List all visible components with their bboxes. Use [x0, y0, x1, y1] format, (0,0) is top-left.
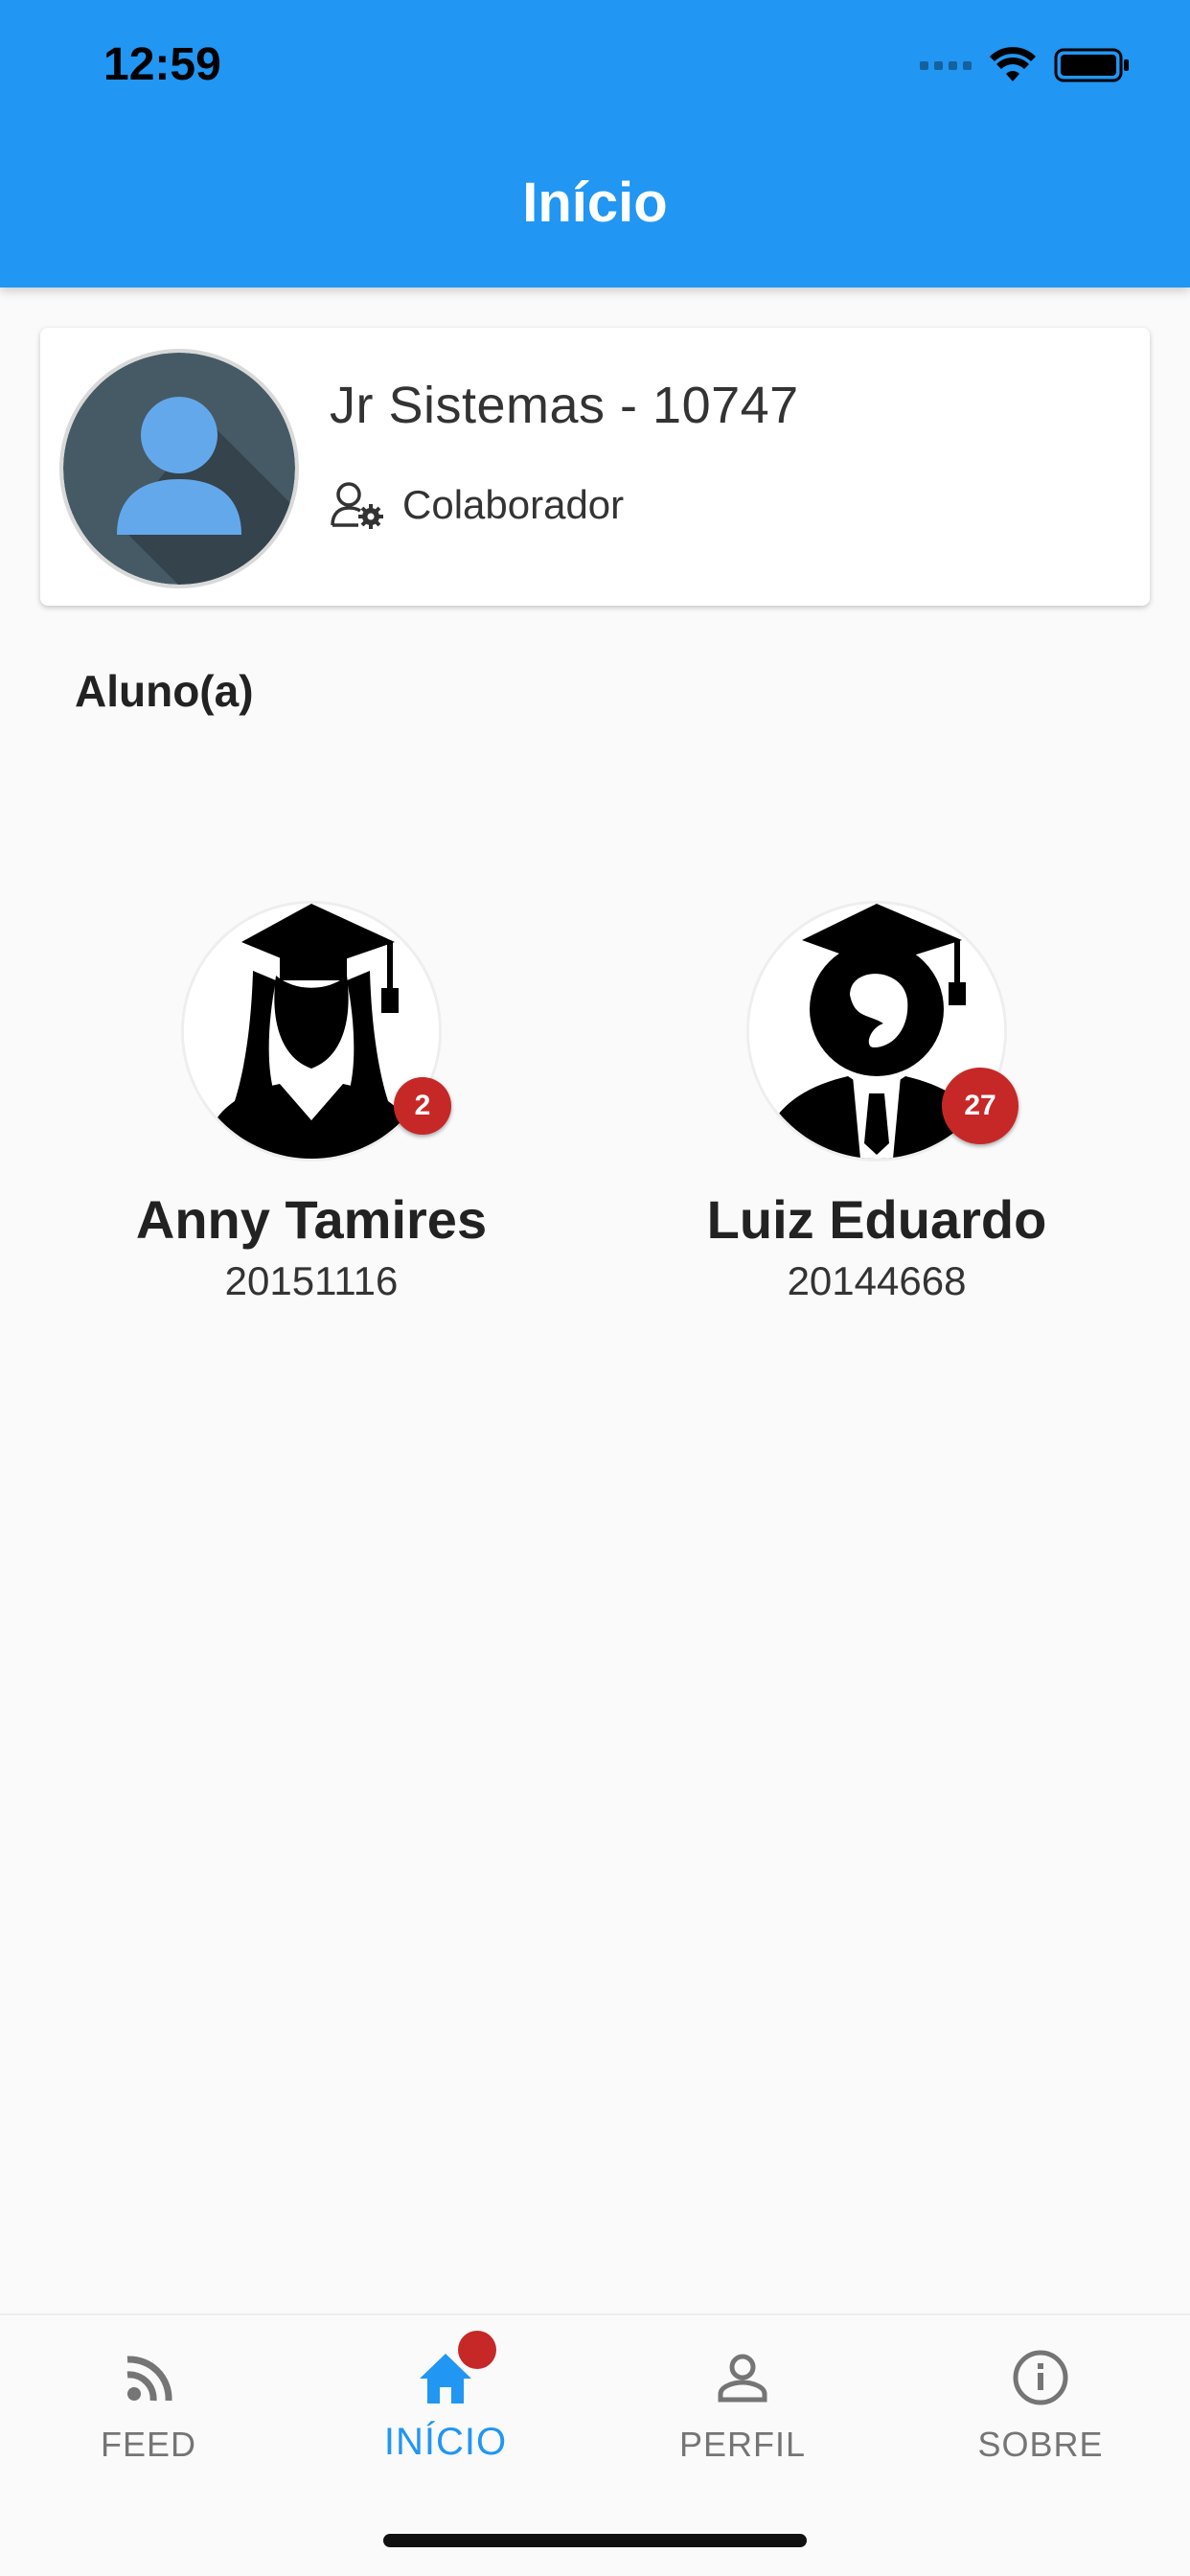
student-id: 20151116 — [224, 1258, 399, 1303]
nav-label: SOBRE — [977, 2425, 1104, 2464]
notification-badge: 2 — [394, 1077, 451, 1135]
profile-role-row: Colaborador — [330, 481, 624, 529]
notification-badge: 27 — [942, 1068, 1018, 1144]
notification-dot — [458, 2331, 496, 2369]
rss-feed-icon — [115, 2344, 182, 2411]
nav-item-inicio[interactable]: INÍCIO — [302, 2331, 589, 2464]
wifi-icon — [990, 47, 1036, 81]
student-photo-wrap: 2 — [181, 901, 451, 1162]
nav-item-sobre[interactable]: SOBRE — [897, 2344, 1184, 2465]
student-name: Luiz Eduardo — [706, 1189, 1047, 1250]
home-icon — [412, 2331, 496, 2411]
student-name: Anny Tamires — [135, 1189, 488, 1250]
profile-name: Jr Sistemas - 10747 — [330, 377, 799, 434]
profile-role: Colaborador — [402, 482, 625, 527]
person-icon — [709, 2344, 776, 2411]
nav-label: INÍCIO — [383, 2421, 508, 2463]
battery-icon — [1054, 48, 1129, 82]
nav-label: PERFIL — [678, 2425, 807, 2464]
app-bar: 12:59 Início — [0, 0, 1190, 288]
page-title: Início — [522, 172, 668, 234]
screen: 12:59 Início Jr Sistemas - 10747 Colabor… — [0, 0, 1190, 2576]
nav-label: FEED — [100, 2425, 196, 2464]
cellular-signal-icon — [920, 60, 972, 70]
student-card[interactable]: 2 Anny Tamires 20151116 — [110, 901, 513, 1304]
user-settings-icon — [331, 482, 383, 529]
student-photo-wrap: 27 — [746, 901, 1018, 1162]
profile-avatar — [59, 349, 299, 588]
info-icon — [1007, 2344, 1074, 2411]
student-id: 20144668 — [787, 1258, 967, 1303]
user-avatar-icon — [63, 353, 295, 585]
student-card[interactable]: 27 Luiz Eduardo 20144668 — [675, 901, 1078, 1304]
nav-item-perfil[interactable]: PERFIL — [599, 2344, 886, 2465]
home-indicator[interactable] — [383, 2534, 807, 2547]
profile-card[interactable]: Jr Sistemas - 10747 Colaborador — [40, 328, 1150, 606]
status-icons — [920, 46, 1131, 84]
status-time: 12:59 — [103, 39, 221, 90]
section-title: Aluno(a) — [75, 666, 254, 716]
nav-item-feed[interactable]: FEED — [5, 2344, 292, 2465]
